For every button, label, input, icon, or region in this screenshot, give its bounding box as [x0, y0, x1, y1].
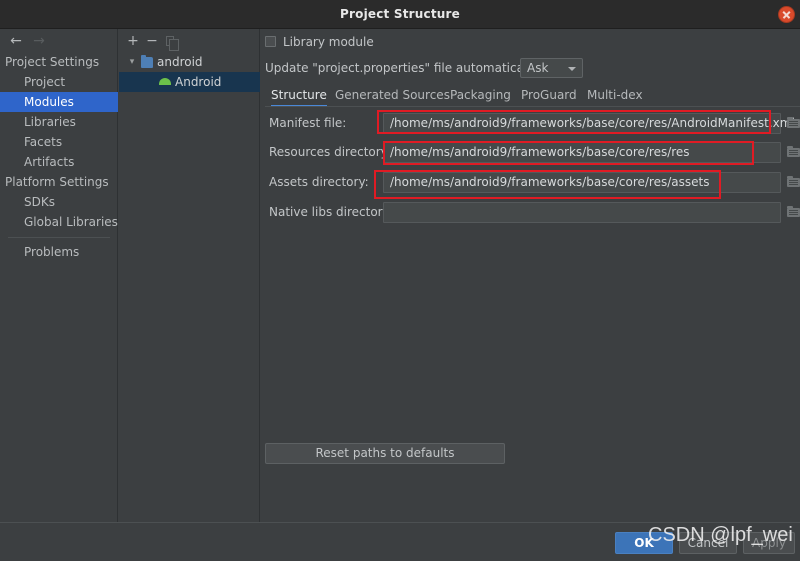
sidebar-item-libraries[interactable]: Libraries	[0, 112, 118, 132]
dialog-footer: OK Cancel Apply	[0, 522, 800, 561]
tab-generated-sources[interactable]: Generated Sources	[335, 85, 450, 107]
sidebar-item-project[interactable]: Project	[0, 72, 118, 92]
sidebar-item-global-libraries[interactable]: Global Libraries	[0, 212, 118, 232]
tabs-divider	[265, 106, 800, 107]
tree-node-android-module[interactable]: Android	[119, 72, 260, 92]
native-libs-directory-browse-icon[interactable]	[786, 204, 800, 220]
resources-directory-label: Resources directory:	[269, 145, 391, 159]
assets-directory-input[interactable]: /home/ms/android9/frameworks/base/core/r…	[383, 172, 781, 193]
manifest-file-row: Manifest file: /home/ms/android9/framewo…	[265, 113, 800, 134]
native-libs-directory-label: Native libs directory:	[269, 205, 393, 219]
tab-packaging[interactable]: Packaging	[450, 85, 511, 107]
settings-sidebar: ← → Project Settings Project Modules Lib…	[0, 29, 118, 549]
manifest-file-label: Manifest file:	[269, 116, 347, 130]
sidebar-group-platform-settings: Platform Settings	[5, 175, 109, 189]
assets-directory-browse-icon[interactable]	[786, 174, 800, 190]
native-libs-directory-input[interactable]	[383, 202, 781, 223]
remove-module-icon[interactable]: −	[144, 33, 160, 49]
project-structure-dialog: Project Structure ← → Project Settings P…	[0, 0, 800, 561]
sidebar-item-facets[interactable]: Facets	[0, 132, 118, 152]
add-module-icon[interactable]: +	[125, 33, 141, 49]
forward-arrow-glyph: →	[33, 33, 45, 49]
sidebar-item-sdks[interactable]: SDKs	[0, 192, 118, 212]
library-module-label: Library module	[283, 35, 374, 49]
module-tree-panel: + − ▾ android Android	[119, 29, 260, 522]
window-title: Project Structure	[340, 7, 460, 21]
tab-multi-dex[interactable]: Multi-dex	[587, 85, 643, 107]
ok-button[interactable]: OK	[615, 532, 673, 554]
update-properties-label: Update "project.properties" file automat…	[265, 61, 541, 75]
back-arrow-glyph: ←	[10, 33, 22, 49]
folder-browse-glyph	[787, 206, 800, 217]
sidebar-nav-list: Project Settings Project Modules Librari…	[0, 52, 118, 262]
folder-browse-glyph	[787, 176, 800, 187]
manifest-file-browse-icon[interactable]	[786, 115, 800, 131]
title-bar: Project Structure	[0, 0, 800, 29]
folder-browse-glyph	[787, 146, 800, 157]
library-module-checkbox[interactable]	[265, 36, 276, 47]
reset-paths-button[interactable]: Reset paths to defaults	[265, 443, 505, 464]
tab-structure[interactable]: Structure	[271, 85, 327, 107]
resources-directory-browse-icon[interactable]	[786, 144, 800, 160]
module-tree-toolbar: + −	[119, 29, 260, 52]
close-icon[interactable]	[778, 6, 795, 23]
copy-glyph	[166, 36, 179, 51]
sidebar-nav-arrows: ← →	[0, 29, 118, 52]
sidebar-item-modules[interactable]: Modules	[0, 92, 118, 112]
sidebar-item-artifacts[interactable]: Artifacts	[0, 152, 118, 172]
tree-node-android-root[interactable]: ▾ android	[119, 52, 260, 72]
android-icon	[159, 78, 171, 85]
module-tabs: Structure Generated Sources Packaging Pr…	[265, 85, 800, 107]
native-libs-directory-row: Native libs directory:	[265, 202, 800, 223]
manifest-file-value: /home/ms/android9/frameworks/base/core/r…	[390, 116, 795, 130]
resources-directory-value: /home/ms/android9/frameworks/base/core/r…	[390, 145, 690, 159]
cancel-button[interactable]: Cancel	[679, 532, 737, 554]
update-properties-value: Ask	[527, 61, 549, 75]
resources-directory-input[interactable]: /home/ms/android9/frameworks/base/core/r…	[383, 142, 781, 163]
tab-proguard[interactable]: ProGuard	[521, 85, 577, 107]
folder-icon	[141, 55, 153, 68]
chevron-down-icon	[568, 67, 576, 71]
module-tree-rows: ▾ android Android	[119, 52, 260, 92]
back-arrow-icon[interactable]: ←	[7, 33, 25, 49]
sidebar-divider	[8, 237, 110, 238]
sidebar-item-problems[interactable]: Problems	[0, 242, 118, 262]
chevron-down-icon[interactable]: ▾	[126, 52, 138, 72]
forward-arrow-icon[interactable]: →	[30, 33, 48, 49]
manifest-file-input[interactable]: /home/ms/android9/frameworks/base/core/r…	[383, 113, 795, 134]
update-properties-select[interactable]: Ask	[520, 58, 583, 78]
assets-directory-label: Assets directory:	[269, 175, 369, 189]
resources-directory-row: Resources directory: /home/ms/android9/f…	[265, 142, 800, 163]
module-settings-content: Library module Update "project.propertie…	[261, 29, 800, 522]
sidebar-group-project-settings: Project Settings	[5, 55, 100, 69]
assets-directory-value: /home/ms/android9/frameworks/base/core/r…	[390, 175, 710, 189]
apply-button[interactable]: Apply	[743, 532, 795, 554]
folder-browse-glyph	[787, 117, 800, 128]
copy-module-icon[interactable]	[163, 33, 179, 51]
assets-directory-row: Assets directory: /home/ms/android9/fram…	[265, 172, 800, 193]
